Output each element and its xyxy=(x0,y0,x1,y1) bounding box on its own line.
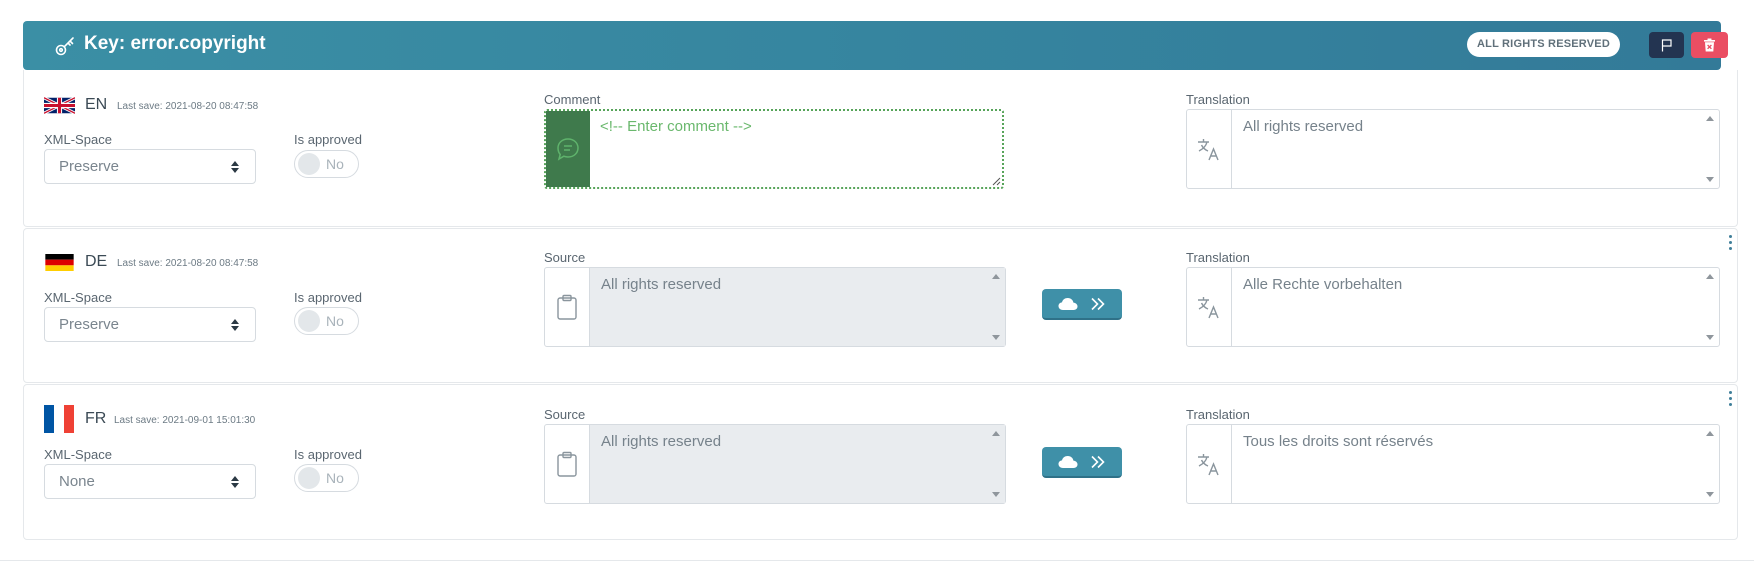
translation-text: All rights reserved xyxy=(1243,118,1364,135)
language-row-de: DE Last save: 2021-08-20 08:47:58 XML-Sp… xyxy=(23,228,1738,383)
translation-side xyxy=(1187,110,1232,188)
toggle-knob xyxy=(298,310,320,332)
key-badge: ALL RIGHTS RESERVED xyxy=(1467,32,1620,57)
translate-icon xyxy=(1198,297,1219,319)
sort-caret-icon xyxy=(231,476,239,488)
more-options-icon[interactable] xyxy=(1729,235,1733,251)
sort-caret-icon xyxy=(231,161,239,173)
translation-text: Alle Rechte vorbehalten xyxy=(1243,276,1403,293)
translation-label: Translation xyxy=(1186,407,1250,422)
xml-space-label: XML-Space xyxy=(44,290,112,305)
source-label: Source xyxy=(544,407,586,422)
source-side xyxy=(545,268,590,346)
comment-textarea[interactable]: <!-- Enter comment --> xyxy=(544,109,1004,189)
flag-icon xyxy=(1661,38,1672,51)
translation-textarea[interactable]: All rights reserved xyxy=(1186,109,1720,189)
comment-label: Comment xyxy=(544,92,601,107)
translation-label: Translation xyxy=(1186,250,1250,265)
approved-value: No xyxy=(326,313,344,329)
resize-grip-icon[interactable] xyxy=(991,176,1001,186)
xml-space-select[interactable]: Preserve xyxy=(44,307,256,342)
key-header: Key: error.copyright ALL RIGHTS RESERVED xyxy=(23,21,1728,70)
scrollbar[interactable] xyxy=(991,274,1001,340)
uk-flag-icon xyxy=(44,97,75,114)
last-save: Last save: 2021-08-20 08:47:58 xyxy=(117,101,259,112)
sort-caret-icon xyxy=(231,319,239,331)
xml-space-value: Preserve xyxy=(59,158,120,175)
trash-icon xyxy=(1704,38,1715,52)
comment-placeholder: <!-- Enter comment --> xyxy=(600,118,752,135)
translate-icon xyxy=(1198,139,1219,161)
chat-icon xyxy=(557,138,579,161)
approved-label: Is approved xyxy=(294,447,362,462)
delete-button[interactable] xyxy=(1691,32,1728,58)
translate-icon xyxy=(1198,454,1219,476)
divider xyxy=(0,560,1754,561)
xml-space-value: Preserve xyxy=(59,316,120,333)
approved-toggle[interactable]: No xyxy=(294,307,359,335)
translation-textarea[interactable]: Alle Rechte vorbehalten xyxy=(1186,267,1720,347)
approved-label: Is approved xyxy=(294,290,362,305)
double-chevron-right-icon xyxy=(1091,297,1105,310)
approved-toggle[interactable]: No xyxy=(294,150,359,178)
language-row-fr: FR Last save: 2021-09-01 15:01:30 XML-Sp… xyxy=(23,384,1738,540)
language-row-en: EN Last save: 2021-08-20 08:47:58 XML-Sp… xyxy=(23,70,1738,227)
more-options-icon[interactable] xyxy=(1729,391,1733,407)
toggle-knob xyxy=(298,467,320,489)
approved-value: No xyxy=(326,470,344,486)
double-chevron-right-icon xyxy=(1091,455,1105,468)
source-textarea[interactable]: All rights reserved xyxy=(544,424,1006,504)
translation-label: Translation xyxy=(1186,92,1250,107)
approved-label: Is approved xyxy=(294,132,362,147)
source-textarea[interactable]: All rights reserved xyxy=(544,267,1006,347)
scrollbar[interactable] xyxy=(1705,431,1715,497)
scrollbar[interactable] xyxy=(1705,116,1715,182)
clipboard-icon xyxy=(557,294,577,320)
source-text: All rights reserved xyxy=(601,276,722,293)
translation-textarea[interactable]: Tous les droits sont réservés xyxy=(1186,424,1720,504)
key-name: error.copyright xyxy=(130,33,266,54)
xml-space-label: XML-Space xyxy=(44,447,112,462)
language-code: EN xyxy=(85,96,108,113)
flag-button[interactable] xyxy=(1649,32,1684,58)
translation-text: Tous les droits sont réservés xyxy=(1243,433,1434,450)
comment-side xyxy=(546,111,590,187)
source-side xyxy=(545,425,590,503)
last-save: Last save: 2021-09-01 15:01:30 xyxy=(114,415,256,426)
xml-space-select[interactable]: Preserve xyxy=(44,149,256,184)
france-flag-icon xyxy=(44,405,74,433)
source-text: All rights reserved xyxy=(601,433,722,450)
key-icon xyxy=(55,37,74,56)
translation-side xyxy=(1187,425,1232,503)
germany-flag-icon xyxy=(45,254,74,271)
cloud-icon xyxy=(1058,455,1078,468)
scrollbar[interactable] xyxy=(1705,274,1715,340)
last-save: Last save: 2021-08-20 08:47:58 xyxy=(117,258,259,269)
approved-toggle[interactable]: No xyxy=(294,464,359,492)
approved-value: No xyxy=(326,156,344,172)
xml-space-select[interactable]: None xyxy=(44,464,256,499)
language-code: FR xyxy=(85,410,107,427)
key-title: Key: error.copyright xyxy=(84,33,266,55)
scrollbar[interactable] xyxy=(991,431,1001,497)
source-label: Source xyxy=(544,250,586,265)
key-prefix: Key: xyxy=(84,33,126,54)
machine-translate-button[interactable] xyxy=(1042,447,1122,478)
language-code: DE xyxy=(85,253,108,270)
cloud-icon xyxy=(1058,297,1078,310)
translation-side xyxy=(1187,268,1232,346)
xml-space-label: XML-Space xyxy=(44,132,112,147)
toggle-knob xyxy=(298,153,320,175)
xml-space-value: None xyxy=(59,473,95,490)
clipboard-icon xyxy=(557,451,577,477)
machine-translate-button[interactable] xyxy=(1042,289,1122,320)
